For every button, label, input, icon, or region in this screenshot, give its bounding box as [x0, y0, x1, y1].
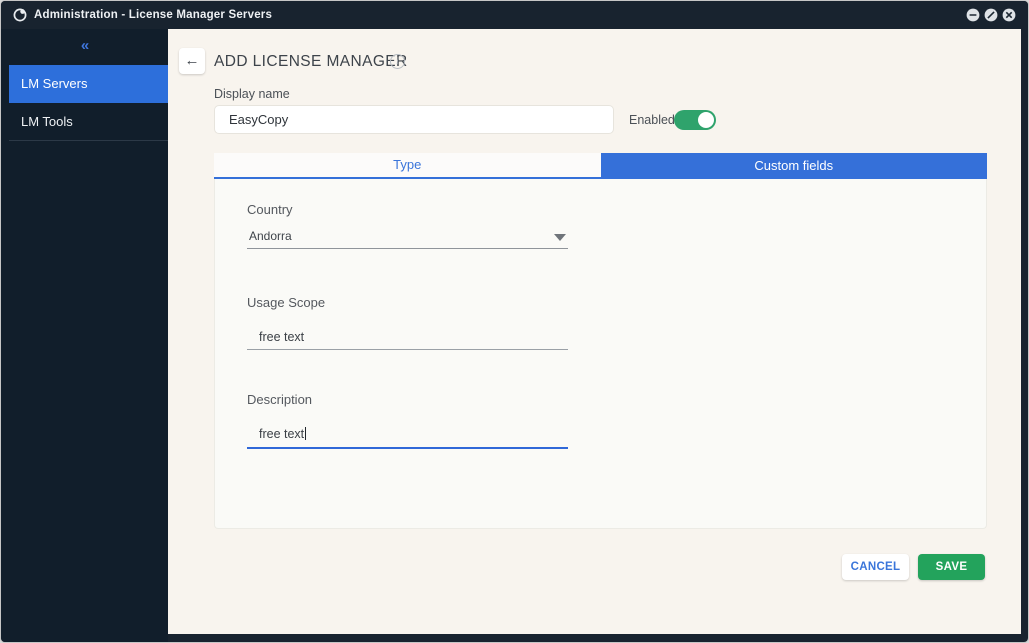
cancel-button[interactable]: CANCEL — [842, 554, 909, 580]
country-select[interactable]: Andorra — [247, 225, 568, 249]
usage-scope-label: Usage Scope — [247, 295, 326, 310]
back-button[interactable]: ← — [179, 48, 205, 74]
main-content: ← ADD LICENSE MANAGER i Display name Eas… — [168, 29, 1021, 634]
display-name-input[interactable]: EasyCopy — [214, 105, 614, 134]
app-window: Administration - License Manager Servers… — [0, 0, 1029, 643]
app-logo-icon — [12, 7, 28, 23]
enabled-toggle[interactable] — [674, 110, 716, 130]
toggle-knob — [698, 112, 714, 128]
enabled-label: Enabled — [629, 113, 675, 127]
usage-scope-value: free text — [259, 330, 305, 344]
chevron-down-icon — [554, 234, 566, 241]
display-name-label: Display name — [214, 87, 290, 101]
title-bar: Administration - License Manager Servers — [1, 1, 1028, 29]
country-select-value: Andorra — [249, 229, 292, 243]
minimize-icon[interactable] — [966, 8, 980, 22]
description-input[interactable]: free text — [247, 423, 568, 449]
text-caret — [305, 427, 307, 440]
close-icon[interactable] — [1002, 8, 1016, 22]
country-label: Country — [247, 202, 293, 217]
sidebar-item-lm-tools[interactable]: LM Tools — [9, 103, 168, 141]
page-title: ADD LICENSE MANAGER — [214, 53, 408, 70]
block-icon[interactable] — [984, 8, 998, 22]
usage-scope-input[interactable]: free text — [247, 326, 568, 350]
tab-custom-fields[interactable]: Custom fields — [600, 153, 987, 179]
window-title: Administration - License Manager Servers — [34, 9, 273, 21]
sidebar-item-lm-servers[interactable]: LM Servers — [9, 65, 168, 103]
info-icon[interactable]: i — [390, 54, 405, 69]
description-label: Description — [247, 392, 313, 407]
collapse-sidebar-icon[interactable]: « — [81, 37, 89, 54]
sidebar-collapse-row: « — [1, 29, 168, 65]
description-value: free text — [259, 427, 305, 441]
save-button[interactable]: SAVE — [918, 554, 985, 580]
custom-fields-panel: Country Andorra Usage Scope free text De… — [214, 179, 987, 529]
window-controls — [966, 8, 1016, 22]
sidebar: « LM Servers LM Tools — [1, 29, 168, 642]
tab-bar: Type Custom fields — [214, 153, 987, 179]
tab-type[interactable]: Type — [214, 153, 601, 179]
